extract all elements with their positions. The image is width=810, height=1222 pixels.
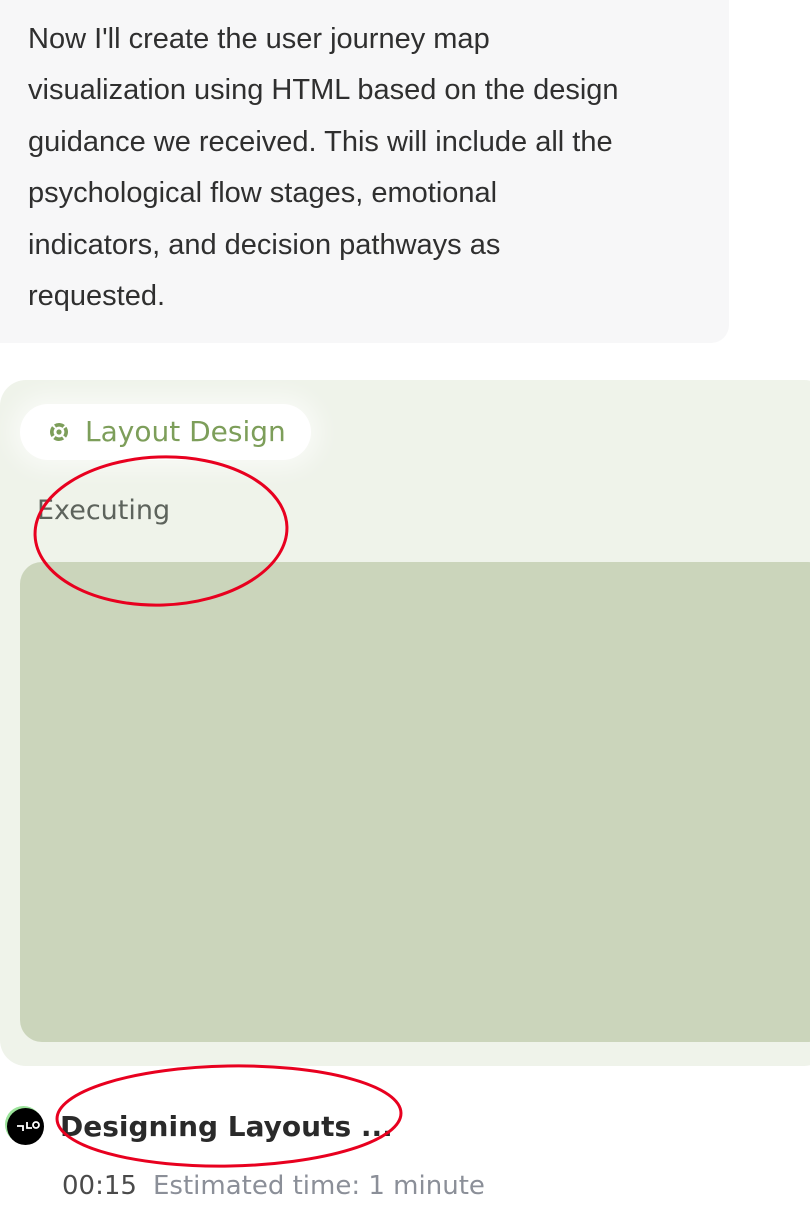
message-line: guidance we received. This will include … (28, 125, 613, 158)
message-line: requested. (28, 280, 166, 313)
activity-title: Designing Layouts ... (60, 1110, 393, 1143)
message-line: Now I'll create the user journey map (28, 23, 490, 55)
step-status: Executing (37, 495, 171, 526)
layout-preview-area (20, 562, 810, 1042)
page: Now I'll create the user journey map visu… (0, 0, 810, 1222)
estimated-time: Estimated time: 1 minute (153, 1171, 485, 1201)
elapsed-time: 00:15 (62, 1171, 137, 1201)
layout-design-icon (50, 423, 68, 441)
message-line: indicators, and decision pathways as (28, 228, 501, 261)
message-line: psychological flow stages, emotional (28, 177, 498, 210)
message-line: visualization using HTML based on the de… (28, 74, 619, 107)
assistant-message-text: Now I'll create the user journey map visu… (28, 14, 718, 322)
agent-avatar-icon (7, 1108, 44, 1145)
step-label: Layout Design (85, 415, 286, 448)
